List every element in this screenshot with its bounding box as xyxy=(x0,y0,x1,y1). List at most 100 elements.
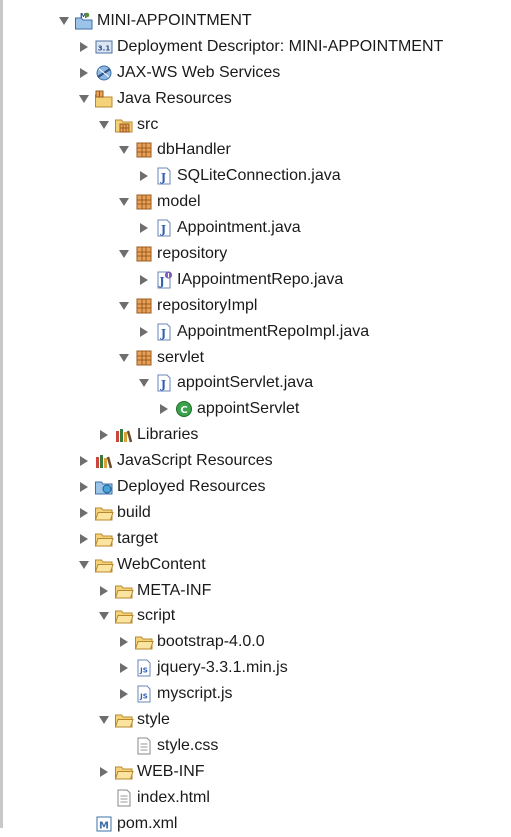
tree-item-libraries[interactable]: Libraries xyxy=(0,422,511,448)
libraries-icon xyxy=(94,451,114,471)
svg-text:C: C xyxy=(180,405,187,416)
tree-item-file-pom-xml[interactable]: Mpom.xml xyxy=(0,811,511,837)
tree-item-label: appointServlet.java xyxy=(177,374,314,392)
svg-text:J: J xyxy=(160,223,166,236)
tree-item-label: jquery-3.3.1.min.js xyxy=(157,659,288,677)
svg-text:M: M xyxy=(99,820,109,831)
web-services-icon xyxy=(94,63,114,83)
java-file-icon: J xyxy=(154,322,174,342)
text-file-icon xyxy=(134,736,154,756)
svg-text:J: J xyxy=(160,171,166,184)
collapsed-arrow-icon[interactable] xyxy=(137,325,151,339)
collapsed-arrow-icon[interactable] xyxy=(77,40,91,54)
tree-item-folder-target[interactable]: target xyxy=(0,526,511,552)
expanded-arrow-icon[interactable] xyxy=(77,92,91,106)
expanded-arrow-icon[interactable] xyxy=(137,376,151,390)
collapsed-arrow-icon[interactable] xyxy=(157,402,171,416)
tree-item-folder-meta-inf[interactable]: META-INF xyxy=(0,578,511,604)
expanded-arrow-icon[interactable] xyxy=(97,713,111,727)
expanded-arrow-icon[interactable] xyxy=(117,195,131,209)
java-class-icon: C xyxy=(174,399,194,419)
tree-item-class-appointservlet[interactable]: CappointServlet xyxy=(0,396,511,422)
tree-item-javascript-resources[interactable]: JavaScript Resources xyxy=(0,448,511,474)
maven-project-icon: M xyxy=(74,11,94,31)
tree-item-folder-bootstrap[interactable]: bootstrap-4.0.0 xyxy=(0,629,511,655)
collapsed-arrow-icon[interactable] xyxy=(117,687,131,701)
tree-item-label: build xyxy=(117,503,151,521)
java-file-icon: J xyxy=(154,218,174,238)
svg-text:J: J xyxy=(158,275,164,288)
tree-item-folder-script[interactable]: script xyxy=(0,603,511,629)
tree-item-label: Deployment Descriptor: MINI-APPOINTMENT xyxy=(117,37,444,55)
tree-item-file-appointservlet-java[interactable]: JappointServlet.java xyxy=(0,370,511,396)
collapsed-arrow-icon[interactable] xyxy=(77,532,91,546)
collapsed-arrow-icon[interactable] xyxy=(137,169,151,183)
folder-icon xyxy=(114,762,134,782)
tree-item-file-iappointmentrepo-java[interactable]: J I IAppointmentRepo.java xyxy=(0,267,511,293)
tree-item-package-dbhandler[interactable]: dbHandler xyxy=(0,137,511,163)
tree-item-package-repositoryimpl[interactable]: repositoryImpl xyxy=(0,293,511,319)
tree-item-deployment-descriptor[interactable]: 3.1 Deployment Descriptor: MINI-APPOINTME… xyxy=(0,34,511,60)
tree-item-label: script xyxy=(137,607,176,625)
tree-item-src-folder[interactable]: src xyxy=(0,112,511,138)
collapsed-arrow-icon[interactable] xyxy=(77,66,91,80)
tree-item-file-appointment-java[interactable]: J Appointment.java xyxy=(0,215,511,241)
java-file-icon: J xyxy=(154,166,174,186)
tree-item-label: WebContent xyxy=(117,555,206,573)
tree-item-label: servlet xyxy=(157,348,205,366)
tree-item-label: index.html xyxy=(137,788,210,806)
tree-item-label: JAX-WS Web Services xyxy=(117,63,281,81)
tree-item-folder-style[interactable]: style xyxy=(0,707,511,733)
tree-item-label: WEB-INF xyxy=(137,762,205,780)
svg-text:JS: JS xyxy=(139,693,148,701)
expanded-arrow-icon[interactable] xyxy=(97,118,111,132)
java-resources-icon xyxy=(94,89,114,109)
collapsed-arrow-icon[interactable] xyxy=(117,661,131,675)
expanded-arrow-icon[interactable] xyxy=(117,351,131,365)
tree-item-java-resources[interactable]: Java Resources xyxy=(0,86,511,112)
expanded-arrow-icon[interactable] xyxy=(97,609,111,623)
tree-item-file-sqliteconnection-java[interactable]: J SQLiteConnection.java xyxy=(0,163,511,189)
tree-item-jax-ws-web-services[interactable]: JAX-WS Web Services xyxy=(0,60,511,86)
tree-item-folder-web-inf[interactable]: WEB-INF xyxy=(0,759,511,785)
collapsed-arrow-icon[interactable] xyxy=(77,480,91,494)
tree-item-project-mini-appointment[interactable]: M MINI-APPOINTMENT xyxy=(0,8,511,34)
tree-item-package-model[interactable]: model xyxy=(0,189,511,215)
expanded-arrow-icon[interactable] xyxy=(117,299,131,313)
folder-icon xyxy=(114,606,134,626)
tree-item-file-style-css[interactable]: style.css xyxy=(0,733,511,759)
tree-item-file-myscript-js[interactable]: JS myscript.js xyxy=(0,681,511,707)
collapsed-arrow-icon[interactable] xyxy=(97,584,111,598)
tree-item-label: Libraries xyxy=(137,426,199,444)
collapsed-arrow-icon[interactable] xyxy=(117,635,131,649)
tree-item-file-appointmentrepoimpl-java[interactable]: J AppointmentRepoImpl.java xyxy=(0,319,511,345)
package-icon xyxy=(134,244,154,264)
expanded-arrow-icon[interactable] xyxy=(57,14,71,28)
js-file-icon: JS xyxy=(134,658,154,678)
tree-item-file-index-html[interactable]: index.html xyxy=(0,785,511,811)
source-folder-icon xyxy=(114,115,134,135)
package-icon xyxy=(134,296,154,316)
folder-icon xyxy=(94,555,114,575)
expanded-arrow-icon[interactable] xyxy=(77,558,91,572)
tree-item-file-jquery-js[interactable]: JS jquery-3.3.1.min.js xyxy=(0,655,511,681)
tree-item-folder-webcontent[interactable]: WebContent xyxy=(0,552,511,578)
tree-item-label: style.css xyxy=(157,736,219,754)
collapsed-arrow-icon[interactable] xyxy=(137,273,151,287)
collapsed-arrow-icon[interactable] xyxy=(137,221,151,235)
tree-item-folder-build[interactable]: build xyxy=(0,500,511,526)
expanded-arrow-icon[interactable] xyxy=(117,143,131,157)
collapsed-arrow-icon[interactable] xyxy=(77,454,91,468)
expanded-arrow-icon[interactable] xyxy=(117,247,131,261)
tree-item-label: Appointment.java xyxy=(177,219,301,237)
collapsed-arrow-icon[interactable] xyxy=(97,428,111,442)
text-file-icon xyxy=(114,788,134,808)
tree-item-label: src xyxy=(137,115,159,133)
collapsed-arrow-icon[interactable] xyxy=(97,765,111,779)
tree-item-label: appointServlet xyxy=(197,400,300,418)
collapsed-arrow-icon[interactable] xyxy=(77,506,91,520)
tree-item-package-servlet[interactable]: servlet xyxy=(0,345,511,371)
tree-item-package-repository[interactable]: repository xyxy=(0,241,511,267)
tree-item-deployed-resources[interactable]: Deployed Resources xyxy=(0,474,511,500)
svg-text:J: J xyxy=(160,378,166,391)
